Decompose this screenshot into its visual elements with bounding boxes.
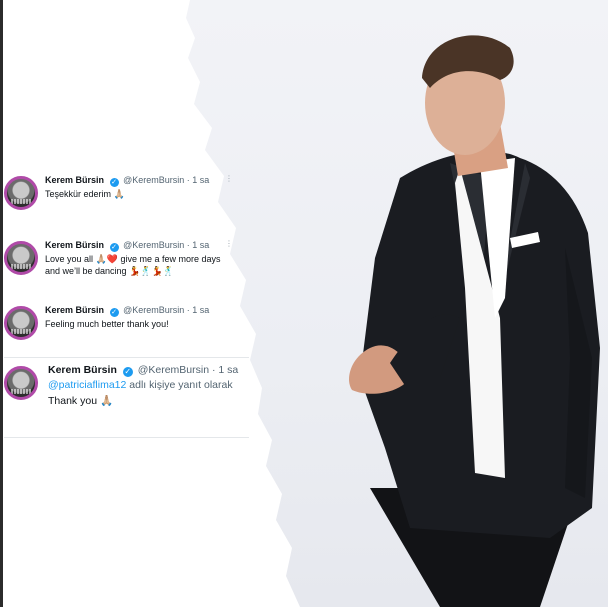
more-dots-icon[interactable]: ⋮ [225,239,233,248]
verified-badge-icon: ✓ [109,308,119,317]
author-handle[interactable]: @KeremBursin [123,175,184,185]
timestamp[interactable]: · 1 sa [187,175,210,185]
author-handle[interactable]: @KeremBursin [123,240,184,250]
tweet-header: Kerem Bürsin ✓ @KeremBursin · 1 sa [48,364,238,377]
tweet-header: Kerem Bürsin ✓ @KeremBursin · 1 sa [45,304,209,317]
tweet-header: Kerem Bürsin ✓ @KeremBursin · 1 sa [45,239,209,252]
avatar[interactable] [4,176,38,210]
timestamp[interactable]: · 1 sa [212,364,238,376]
timestamp[interactable]: · 1 sa [187,240,210,250]
divider [4,437,249,438]
more-dots-icon[interactable]: ⋮ [225,174,233,183]
tweet-text: Love you all 🙏🏼❤️ give me a few more day… [45,254,221,276]
tweet[interactable]: Kerem Bürsin ✓ @KeremBursin · 1 sa ⋮ Lov… [4,233,236,289]
tweet-text: Feeling much better thank you! [45,319,169,329]
tweet-text: Thank you 🙏🏼 [48,395,114,407]
avatar[interactable] [4,241,38,275]
tweet[interactable]: Kerem Bürsin ✓ @KeremBursin · 1 sa ⋮ Teş… [4,168,236,224]
author-name[interactable]: Kerem Bürsin [45,305,104,315]
reply-handle-link[interactable]: @patriciaflima12 [48,379,126,391]
author-name[interactable]: Kerem Bürsin [45,175,104,185]
reply-context: @patriciaflima12 adlı kişiye yanıt olara… [48,379,233,392]
author-name[interactable]: Kerem Bürsin [48,364,117,376]
tweet[interactable]: Kerem Bürsin ✓ @KeremBursin · 1 sa Feeli… [4,298,236,354]
author-name[interactable]: Kerem Bürsin [45,240,104,250]
avatar[interactable] [4,366,38,400]
avatar[interactable] [4,306,38,340]
tweet-text: Teşekkür ederim 🙏🏼 [45,189,125,199]
author-handle[interactable]: @KeremBursin [123,305,184,315]
verified-badge-icon: ✓ [109,243,119,252]
left-edge-strip [0,0,3,607]
verified-badge-icon: ✓ [122,367,133,377]
tweet-header: Kerem Bürsin ✓ @KeremBursin · 1 sa [45,174,209,187]
timestamp[interactable]: · 1 sa [187,305,210,315]
author-handle[interactable]: @KeremBursin [138,364,209,376]
verified-badge-icon: ✓ [109,178,119,187]
tweet[interactable]: Kerem Bürsin ✓ @KeremBursin · 1 sa @patr… [4,357,249,438]
reply-suffix: adlı kişiye yanıt olarak [126,379,233,391]
divider [4,357,249,358]
